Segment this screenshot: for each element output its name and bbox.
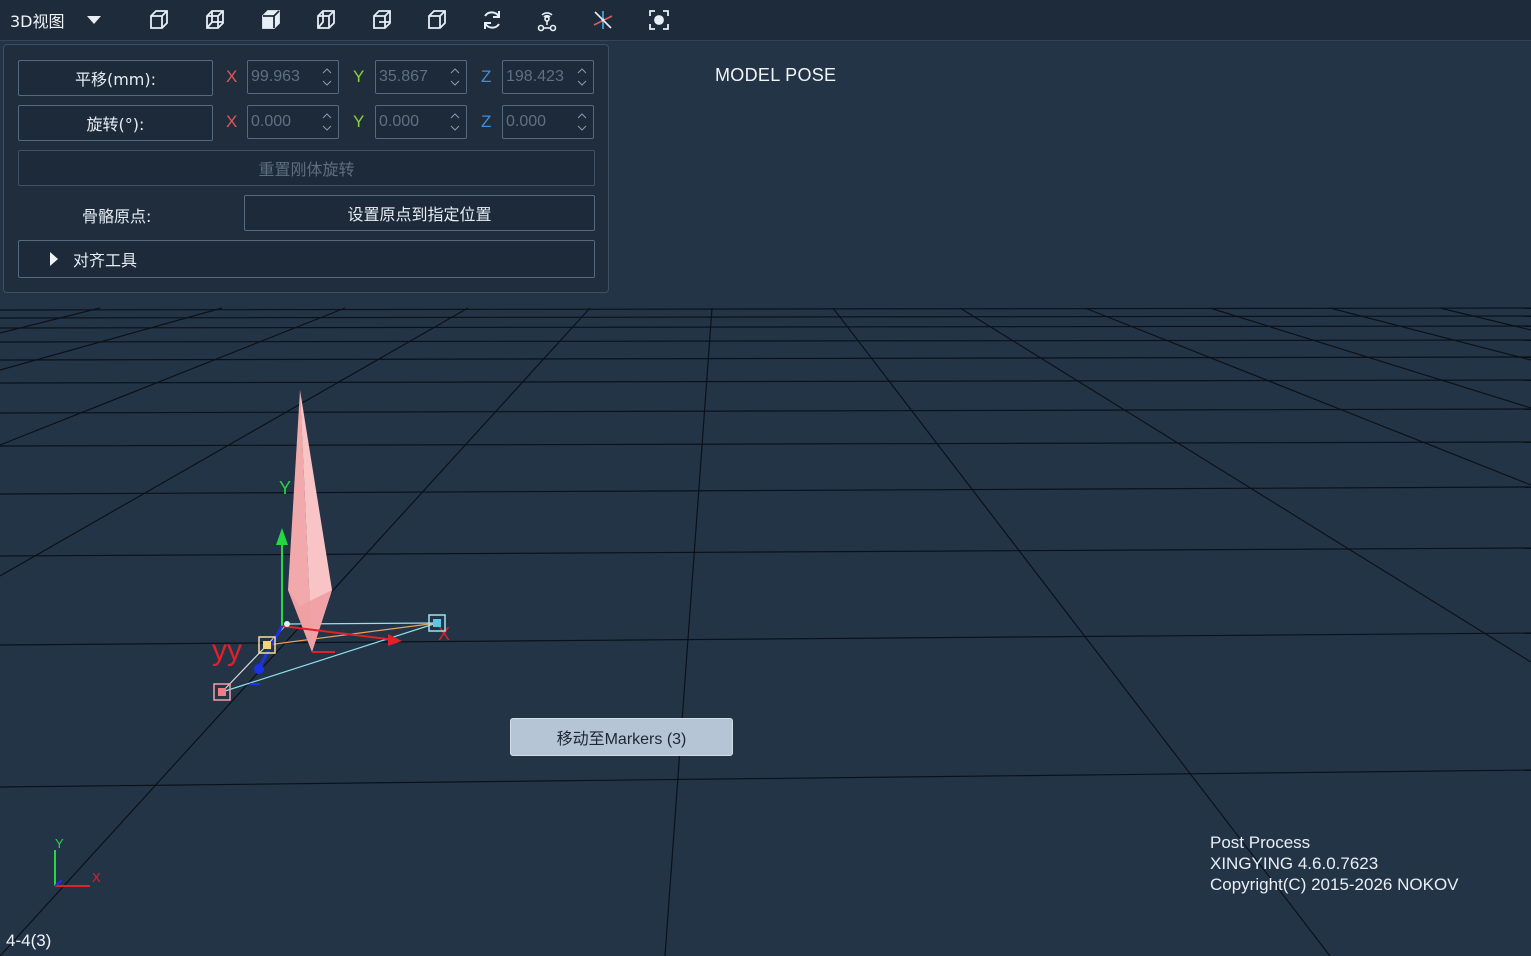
translate-z-axis-label: Z — [481, 67, 492, 86]
gizmo-y-label: Y — [279, 478, 291, 498]
cube-right-view-icon[interactable] — [368, 6, 396, 34]
spinner-arrows-icon[interactable] — [450, 111, 460, 133]
chevron-down-icon — [86, 16, 101, 24]
bone-shape — [288, 390, 332, 652]
toolbar: 3D视图 — [0, 0, 1531, 41]
robot-icon[interactable] — [533, 6, 561, 34]
spinner-arrows-icon[interactable] — [577, 111, 587, 133]
translate-z-input[interactable]: 198.423 — [502, 60, 594, 94]
focus-icon[interactable] — [645, 6, 673, 34]
rotate-y-axis-label: Y — [353, 112, 365, 131]
refresh-icon[interactable] — [478, 6, 506, 34]
mode-label: MODEL POSE — [715, 65, 837, 85]
spinner-arrows-icon[interactable] — [322, 111, 332, 133]
translate-y-value: 35.867 — [379, 68, 428, 85]
translate-x-value: 99.963 — [251, 68, 300, 85]
cube-side-view-icon[interactable] — [423, 6, 451, 34]
rotate-x-axis-label: X — [226, 112, 238, 131]
cube-top-view-icon[interactable] — [201, 6, 229, 34]
axis-tool-icon[interactable] — [589, 6, 617, 34]
translate-button[interactable]: 平移(mm): — [18, 60, 213, 96]
cube-solid-view-icon[interactable] — [257, 6, 285, 34]
spinner-arrows-icon[interactable] — [450, 66, 460, 88]
view-mode-label: 3D视图 — [10, 12, 65, 31]
rotate-x-value: 0.000 — [251, 113, 292, 130]
view-mode-dropdown[interactable]: 3D视图 — [10, 6, 101, 34]
corner-axis-indicator: Y X — [54, 836, 101, 887]
cube-left-view-icon[interactable] — [312, 6, 340, 34]
reset-rotation-button[interactable]: 重置刚体旋转 — [18, 150, 595, 186]
rotate-z-axis-label: Z — [481, 112, 492, 131]
origin-label: 骨骼原点: — [82, 207, 152, 226]
pose-gizmo[interactable]: Y X yy — [212, 478, 450, 685]
translate-x-axis-label: X — [226, 67, 238, 86]
bone-name-label: yy — [212, 634, 242, 667]
info-line-3: Copyright(C) 2015-2026 NOKOV — [1210, 875, 1459, 894]
align-tools-label: 对齐工具 — [73, 251, 138, 270]
align-tools-expander[interactable]: 对齐工具 — [18, 240, 595, 278]
translate-y-input[interactable]: 35.867 — [375, 60, 467, 94]
rigid-body-panel: 平移(mm): X 99.963 Y 35.867 Z 198.423 旋转(°… — [3, 44, 609, 293]
translate-y-axis-label: Y — [353, 67, 365, 86]
rotate-z-input[interactable]: 0.000 — [502, 105, 594, 139]
rotate-button[interactable]: 旋转(°): — [18, 105, 213, 141]
set-origin-button[interactable]: 设置原点到指定位置 — [244, 195, 595, 231]
corner-x-label: X — [92, 870, 101, 885]
marker-links — [221, 622, 438, 693]
translate-label: 平移(mm): — [74, 70, 157, 89]
set-origin-label: 设置原点到指定位置 — [347, 205, 492, 224]
cube-front-view-icon[interactable] — [145, 6, 173, 34]
version-info: Post Process XINGYING 4.6.0.7623 Copyrig… — [1210, 832, 1459, 895]
move-to-markers-button[interactable]: 移动至Markers (3) — [510, 718, 733, 756]
rotate-x-input[interactable]: 0.000 — [247, 105, 339, 139]
info-line-2: XINGYING 4.6.0.7623 — [1210, 854, 1379, 873]
corner-y-label: Y — [55, 836, 64, 851]
spinner-arrows-icon[interactable] — [322, 66, 332, 88]
translate-x-input[interactable]: 99.963 — [247, 60, 339, 94]
rotate-y-input[interactable]: 0.000 — [375, 105, 467, 139]
rotate-z-value: 0.000 — [506, 113, 547, 130]
spinner-arrows-icon[interactable] — [577, 66, 587, 88]
bone-origin-point — [284, 621, 290, 627]
rotate-y-value: 0.000 — [379, 113, 420, 130]
info-line-1: Post Process — [1210, 833, 1311, 852]
translate-z-value: 198.423 — [506, 68, 564, 85]
reset-rotation-label: 重置刚体旋转 — [258, 160, 355, 179]
move-to-markers-label: 移动至Markers (3) — [556, 731, 687, 748]
chevron-right-icon — [50, 252, 58, 266]
status-text: 4-4(3) — [6, 931, 52, 950]
rotate-label: 旋转(°): — [86, 115, 145, 134]
